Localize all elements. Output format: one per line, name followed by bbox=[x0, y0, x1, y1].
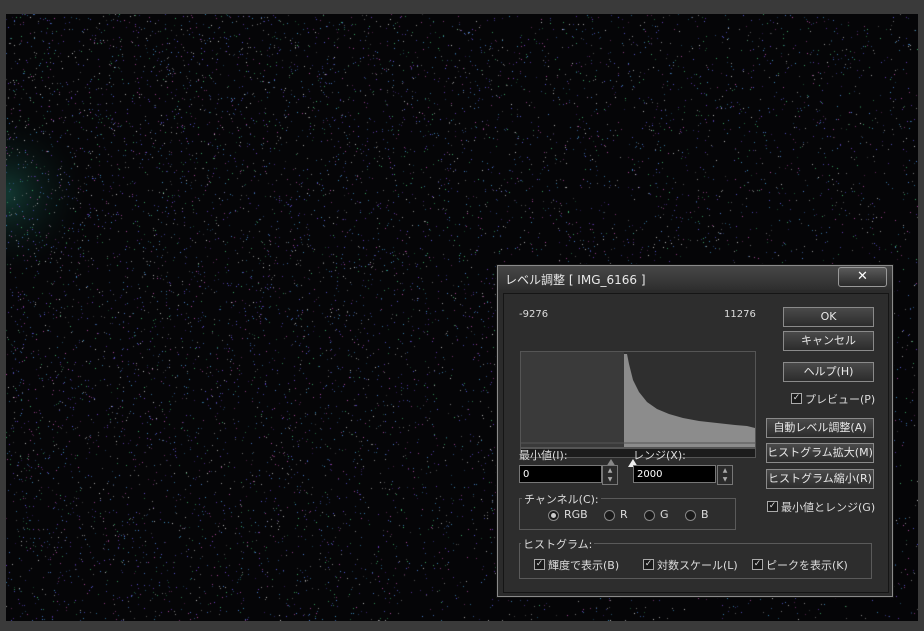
channel-radio-r[interactable] bbox=[604, 510, 615, 521]
ok-button[interactable]: OK bbox=[783, 307, 874, 327]
channel-radio-g[interactable] bbox=[644, 510, 655, 521]
dialog-titlebar[interactable]: レベル調整 [ IMG_6166 ] ✕ bbox=[498, 266, 892, 290]
preview-checkbox[interactable]: ✓ bbox=[791, 393, 802, 404]
show-peak-label: ピークを表示(K) bbox=[766, 559, 848, 572]
preview-label: プレビュー(P) bbox=[805, 393, 876, 406]
zoom-in-button[interactable]: ヒストグラム拡大(M) bbox=[766, 443, 874, 463]
channel-radio-b[interactable] bbox=[685, 510, 696, 521]
dialog-title: レベル調整 [ IMG_6166 ] bbox=[505, 273, 646, 287]
log-scale-label: 対数スケール(L) bbox=[657, 559, 738, 572]
range-input[interactable] bbox=[633, 465, 716, 483]
show-luminance-checkbox[interactable]: ✓ bbox=[534, 559, 545, 570]
dialog-client: -9276 11276 OK キャンセル ヘルプ(H) ✓ プレビュー(P) 自… bbox=[503, 293, 889, 593]
auto-level-button[interactable]: 自動レベル調整(A) bbox=[766, 418, 874, 438]
cancel-button[interactable]: キャンセル bbox=[783, 331, 874, 351]
min-value-spinner[interactable]: ▲ ▼ bbox=[602, 465, 618, 485]
levels-dialog: レベル調整 [ IMG_6166 ] ✕ -9276 11276 OK キャンセ… bbox=[497, 265, 893, 597]
show-peak-checkbox[interactable]: ✓ bbox=[752, 559, 763, 570]
min-value-label: 最小値(I): bbox=[519, 449, 568, 462]
channel-radio-rgb[interactable] bbox=[548, 510, 559, 521]
histogram-options-title: ヒストグラム: bbox=[521, 536, 595, 552]
channel-label-g: G bbox=[660, 508, 669, 521]
range-spinner[interactable]: ▲ ▼ bbox=[717, 465, 733, 485]
channel-label-b: B bbox=[701, 508, 709, 521]
zoom-out-button[interactable]: ヒストグラム縮小(R) bbox=[766, 469, 874, 489]
histogram-graph[interactable] bbox=[520, 351, 756, 448]
channel-label-rgb: RGB bbox=[564, 508, 588, 521]
min-and-range-checkbox[interactable]: ✓ bbox=[767, 501, 778, 512]
channel-label-r: R bbox=[620, 508, 628, 521]
show-luminance-label: 輝度で表示(B) bbox=[548, 559, 620, 572]
channel-group-title: チャンネル(C): bbox=[522, 491, 601, 507]
hist-max-label: 11276 bbox=[724, 309, 756, 320]
min-value-input[interactable] bbox=[519, 465, 602, 483]
hist-min-label: -9276 bbox=[519, 309, 549, 320]
range-label: レンジ(X): bbox=[633, 449, 686, 462]
help-button[interactable]: ヘルプ(H) bbox=[783, 362, 874, 382]
min-and-range-label: 最小値とレンジ(G) bbox=[781, 501, 876, 514]
close-button[interactable]: ✕ bbox=[838, 267, 887, 287]
log-scale-checkbox[interactable]: ✓ bbox=[643, 559, 654, 570]
